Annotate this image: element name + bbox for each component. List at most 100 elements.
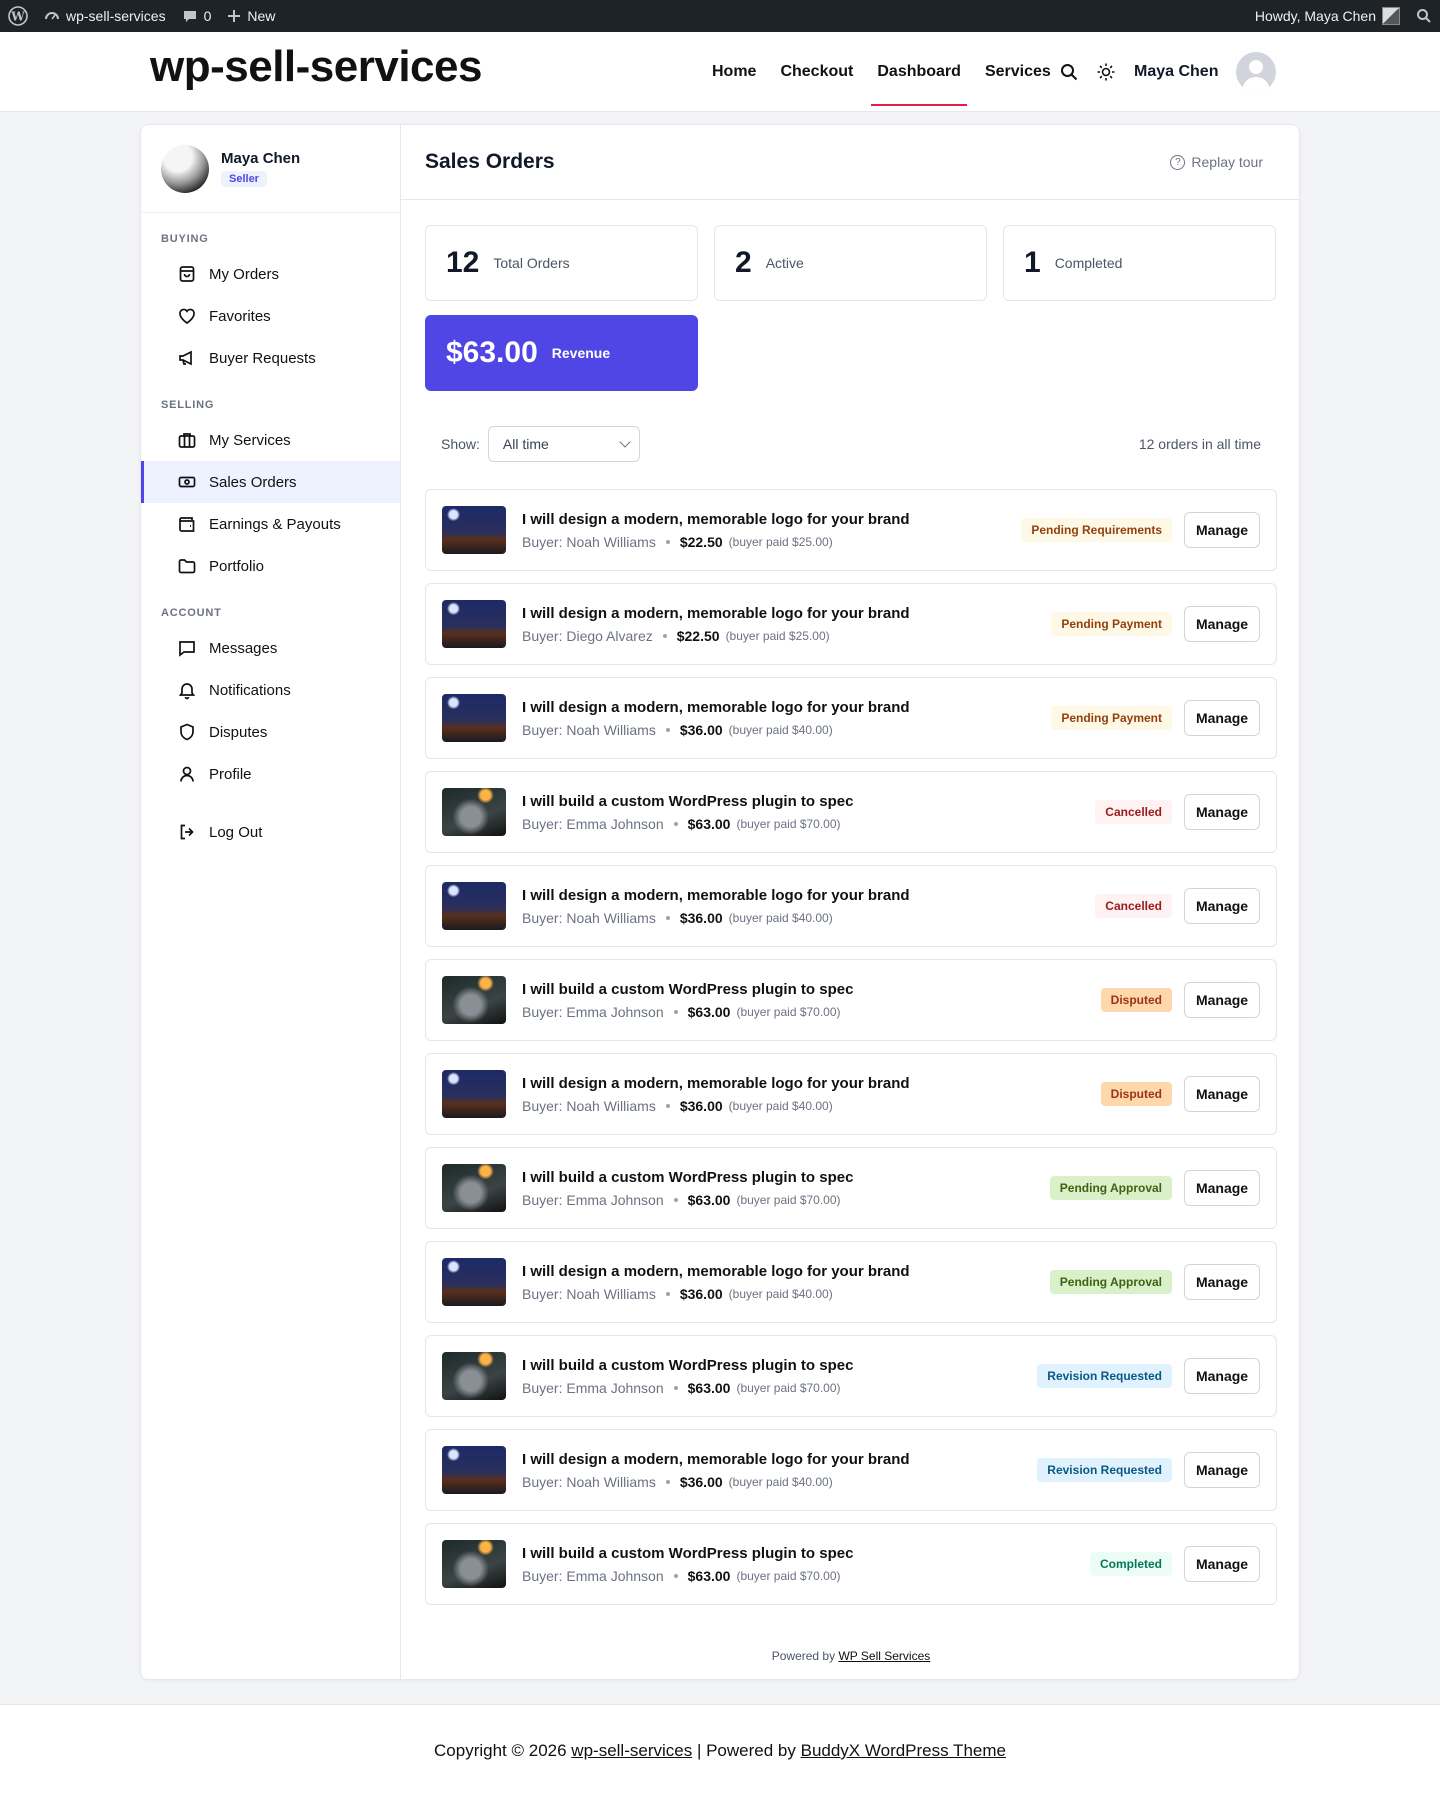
order-row: I will design a modern, memorable logo f…: [425, 1053, 1277, 1135]
service-thumbnail[interactable]: [442, 976, 506, 1024]
nav-home[interactable]: Home: [700, 32, 768, 112]
separator-dot: [662, 633, 667, 638]
order-row: I will build a custom WordPress plugin t…: [425, 1335, 1277, 1417]
adminbar-new[interactable]: New: [219, 0, 283, 32]
manage-button[interactable]: Manage: [1184, 982, 1260, 1018]
adminbar-comments-count: 0: [203, 8, 212, 24]
order-title[interactable]: I will design a modern, memorable logo f…: [522, 511, 1021, 528]
order-buyer-paid: (buyer paid $25.00): [728, 534, 833, 549]
order-amount: $22.50: [679, 533, 723, 550]
order-title[interactable]: I will design a modern, memorable logo f…: [522, 605, 1051, 622]
service-thumbnail[interactable]: [442, 882, 506, 930]
wordpress-logo-icon[interactable]: W: [0, 0, 36, 32]
sidebar-item-sales-orders[interactable]: Sales Orders: [141, 461, 400, 503]
manage-button[interactable]: Manage: [1184, 512, 1260, 548]
nav-services[interactable]: Services: [973, 32, 1063, 112]
separator-dot: [665, 915, 670, 920]
order-title[interactable]: I will build a custom WordPress plugin t…: [522, 981, 1101, 998]
order-buyer: Buyer: Emma Johnson: [522, 815, 664, 832]
service-thumbnail[interactable]: [442, 1540, 506, 1588]
adminbar-search-icon[interactable]: [1408, 0, 1440, 32]
service-thumbnail[interactable]: [442, 1446, 506, 1494]
order-title[interactable]: I will build a custom WordPress plugin t…: [522, 1169, 1050, 1186]
manage-button[interactable]: Manage: [1184, 1546, 1260, 1582]
order-title[interactable]: I will build a custom WordPress plugin t…: [522, 1545, 1090, 1562]
dashboard-sidebar: Maya Chen Seller BUYING My Orders Favori…: [141, 125, 401, 1679]
sidebar-item-profile[interactable]: Profile: [141, 753, 400, 795]
order-title[interactable]: I will design a modern, memorable logo f…: [522, 1451, 1037, 1468]
sidebar-item-disputes[interactable]: Disputes: [141, 711, 400, 753]
period-select[interactable]: All time: [487, 426, 640, 462]
service-thumbnail[interactable]: [442, 1070, 506, 1118]
manage-button[interactable]: Manage: [1184, 888, 1260, 924]
sidebar-item-my-orders[interactable]: My Orders: [141, 253, 400, 295]
wp-admin-bar: W wp-sell-services 0 New Howdy, Maya Che…: [0, 0, 1440, 32]
adminbar-account[interactable]: Howdy, Maya Chen: [1247, 0, 1408, 32]
order-info: I will build a custom WordPress plugin t…: [522, 981, 1101, 1020]
header-username[interactable]: Maya Chen: [1134, 63, 1218, 81]
footer-theme-link[interactable]: BuddyX WordPress Theme: [801, 1741, 1006, 1761]
order-meta: Buyer: Emma Johnson $63.00 (buyer paid $70…: [522, 1380, 1037, 1396]
status-badge: Completed: [1089, 1552, 1172, 1576]
footer-site-link[interactable]: wp-sell-services: [571, 1741, 692, 1761]
order-row: I will build a custom WordPress plugin t…: [425, 1147, 1277, 1229]
service-thumbnail[interactable]: [442, 1258, 506, 1306]
manage-button[interactable]: Manage: [1184, 1452, 1260, 1488]
sidebar-item-notifications[interactable]: Notifications: [141, 669, 400, 711]
powered-prefix: Powered by: [771, 1649, 836, 1663]
order-title[interactable]: I will design a modern, memorable logo f…: [522, 699, 1051, 716]
adminbar-comments[interactable]: 0: [174, 0, 220, 32]
service-thumbnail[interactable]: [442, 1352, 506, 1400]
manage-button[interactable]: Manage: [1184, 700, 1260, 736]
chevron-down-icon: [619, 436, 631, 448]
logout-icon: [180, 824, 194, 840]
service-thumbnail[interactable]: [442, 694, 506, 742]
order-title[interactable]: I will build a custom WordPress plugin t…: [522, 793, 1095, 810]
manage-button[interactable]: Manage: [1184, 1076, 1260, 1112]
sidebar-item-buyer-requests[interactable]: Buyer Requests: [141, 337, 400, 379]
sidebar-item-earnings-payouts[interactable]: Earnings & Payouts: [141, 503, 400, 545]
manage-button[interactable]: Manage: [1184, 606, 1260, 642]
order-title[interactable]: I will design a modern, memorable logo f…: [522, 887, 1095, 904]
nav-dashboard[interactable]: Dashboard: [865, 32, 973, 112]
order-meta: Buyer: Noah Williams $36.00 (buyer paid $4…: [522, 910, 1095, 926]
manage-button[interactable]: Manage: [1184, 1358, 1260, 1394]
order-title[interactable]: I will build a custom WordPress plugin t…: [522, 1357, 1037, 1374]
heart-icon: [179, 308, 195, 325]
sidebar-item-logout[interactable]: Log Out: [141, 811, 400, 853]
search-icon[interactable]: [1060, 63, 1078, 81]
header-avatar[interactable]: [1236, 52, 1277, 92]
sidebar-item-messages[interactable]: Messages: [141, 627, 400, 669]
banknote-icon: [178, 476, 196, 488]
sidebar-item-my-services[interactable]: My Services: [141, 419, 400, 461]
service-thumbnail[interactable]: [442, 1164, 506, 1212]
adminbar-site-link[interactable]: wp-sell-services: [36, 0, 174, 32]
manage-button[interactable]: Manage: [1184, 1170, 1260, 1206]
manage-button[interactable]: Manage: [1184, 1264, 1260, 1300]
manage-button[interactable]: Manage: [1184, 794, 1260, 830]
replay-tour-button[interactable]: ? Replay tour: [1170, 154, 1263, 170]
sidebar-item-portfolio[interactable]: Portfolio: [141, 545, 400, 587]
order-title[interactable]: I will design a modern, memorable logo f…: [522, 1075, 1101, 1092]
order-row: I will build a custom WordPress plugin t…: [425, 771, 1277, 853]
service-thumbnail[interactable]: [442, 600, 506, 648]
sun-theme-toggle-icon[interactable]: [1096, 62, 1116, 82]
order-amount: $36.00: [679, 721, 723, 738]
order-meta: Buyer: Noah Williams $22.50 (buyer paid $2…: [522, 534, 1021, 550]
order-buyer: Buyer: Emma Johnson: [522, 1567, 664, 1584]
order-title[interactable]: I will design a modern, memorable logo f…: [522, 1263, 1050, 1280]
order-amount: $36.00: [679, 1097, 723, 1114]
section-buying: BUYING: [161, 233, 209, 245]
status-badge: Revision Requested: [1037, 1364, 1172, 1388]
powered-link[interactable]: WP Sell Services: [838, 1649, 930, 1663]
nav-checkout[interactable]: Checkout: [768, 32, 865, 112]
site-title[interactable]: wp-sell-services: [150, 42, 482, 92]
section-account: ACCOUNT: [161, 607, 222, 619]
stat-value: 1: [1024, 246, 1041, 279]
sidebar-item-favorites[interactable]: Favorites: [141, 295, 400, 337]
order-buyer: Buyer: Noah Williams: [522, 721, 656, 738]
service-thumbnail[interactable]: [442, 788, 506, 836]
service-thumbnail[interactable]: [442, 506, 506, 554]
order-row: I will build a custom WordPress plugin t…: [425, 959, 1277, 1041]
role-badge: Seller: [221, 171, 267, 187]
